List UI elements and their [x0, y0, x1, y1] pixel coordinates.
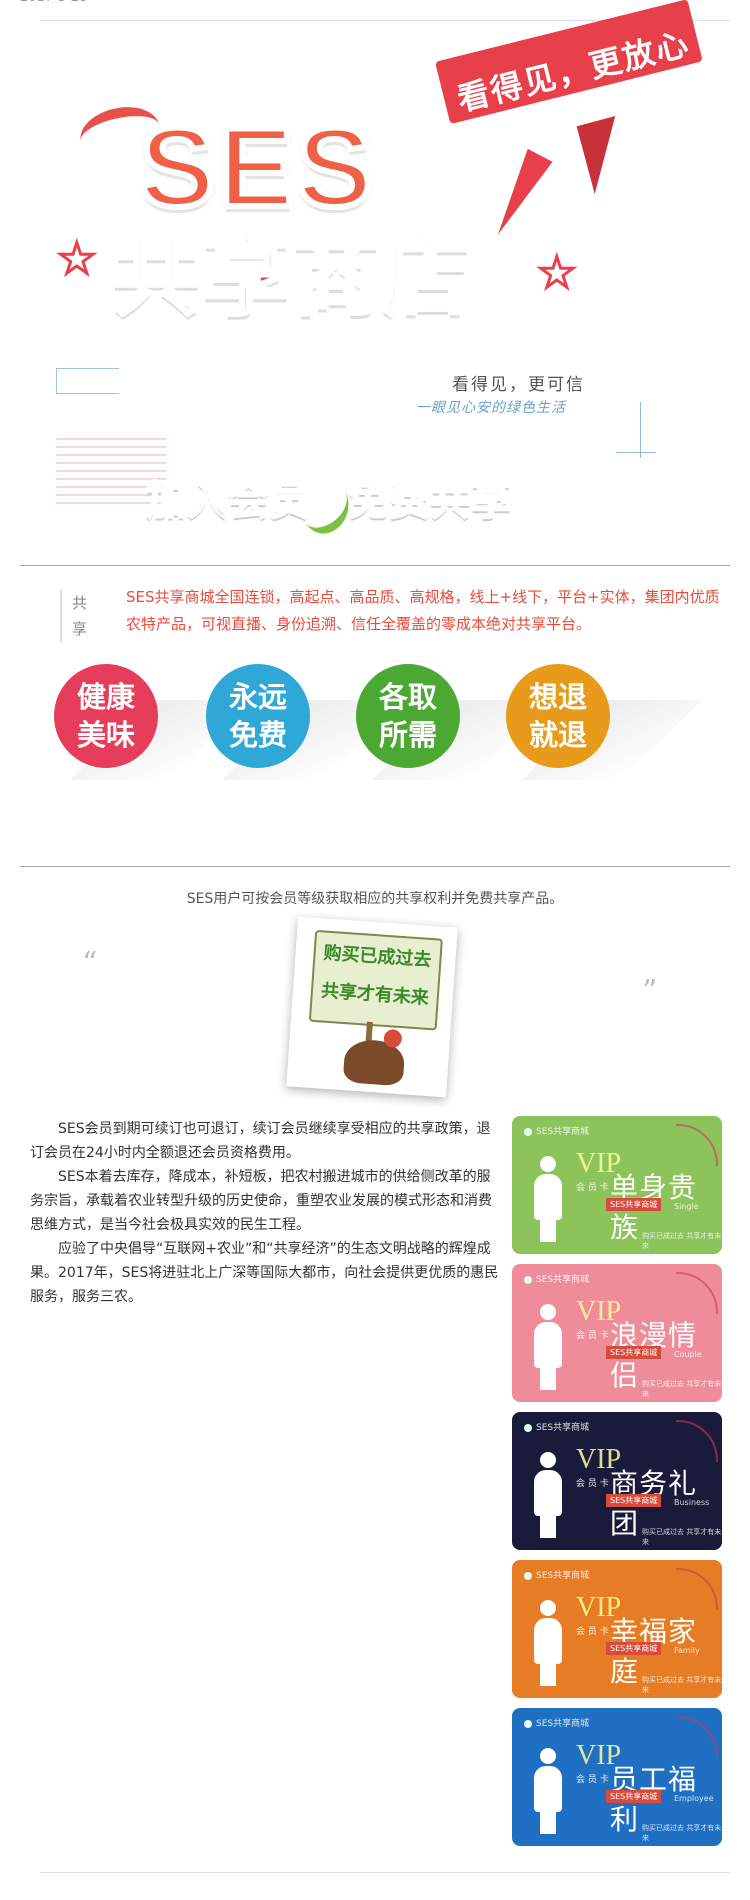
card-member: 会 员 卡	[576, 1479, 609, 1489]
feature-line: 美味	[76, 718, 135, 752]
sign-line-2: 共享才有未来	[320, 980, 430, 1009]
deco-rect	[56, 368, 119, 394]
section-divider-1	[20, 565, 730, 566]
member-note: SES用户可按会员等级获取相应的共享权利并免费共享产品。	[186, 891, 564, 907]
card-eng: Family	[674, 1646, 700, 1655]
card-brand: SES共享商城	[524, 1272, 589, 1285]
card-member: 会 员 卡	[576, 1183, 609, 1193]
ribbon-tail	[576, 116, 634, 194]
vip-card-couple: SES共享商城 VIP 会 员 卡 浪漫情侣 SES共享商城 Couple 购买…	[512, 1264, 722, 1402]
body-paragraph: SES会员到期可续订也可退订，续订会员继续享受相应的共享政策，退订会员在24小时…	[30, 1121, 491, 1161]
feature-line: 想退	[528, 680, 587, 714]
card-member: 会 员 卡	[576, 1775, 609, 1785]
card-member: 会 员 卡	[576, 1627, 609, 1637]
card-eng: Employee	[674, 1794, 714, 1803]
card-brand: SES共享商城	[524, 1568, 589, 1581]
sign-line-1: 购买已成过去	[322, 942, 433, 972]
card-branch	[676, 1568, 718, 1610]
card-eng: Single	[674, 1202, 699, 1211]
person-icon	[530, 1156, 566, 1242]
card-eng: Business	[674, 1498, 710, 1507]
card-foot: 购买已成过去 共享才有未来	[642, 1380, 722, 1398]
card-foot: 购买已成过去 共享才有未来	[642, 1528, 722, 1546]
family-icon	[530, 1600, 566, 1686]
post-date: 2017-3-28	[20, 0, 87, 5]
sign-board: 购买已成过去 共享才有未来	[308, 929, 443, 1031]
couple-icon	[530, 1304, 566, 1390]
store-name: 共享商店	[110, 224, 473, 327]
section-divider-2	[20, 866, 730, 867]
slogan-main: 看得见，更可信	[452, 375, 585, 395]
card-branch	[676, 1716, 718, 1758]
deco-cross-v	[640, 402, 641, 458]
member-body: SES会员到期可续订也可退订，续订会员继续享受相应的共享政策，退订会员在24小时…	[30, 1117, 504, 1309]
feature-circle-need: 各取 所需	[356, 664, 460, 768]
vip-card-business: SES共享商城 VIP 会 员 卡 商务礼团 SES共享商城 Business …	[512, 1412, 722, 1550]
card-brand: SES共享商城	[524, 1716, 589, 1729]
vip-card-family: SES共享商城 VIP 会 员 卡 幸福家庭 SES共享商城 Family 购买…	[512, 1560, 722, 1698]
card-brand: SES共享商城	[524, 1420, 589, 1433]
share-label-char: 享	[72, 620, 88, 638]
card-tag: SES共享商城	[606, 1790, 662, 1803]
quote-close: ”	[642, 974, 658, 1009]
turkey-head	[383, 1028, 403, 1049]
card-foot: 购买已成过去 共享才有未来	[642, 1232, 722, 1250]
star-icon-left: ★	[57, 234, 98, 283]
feature-line: 就退	[528, 718, 587, 752]
card-eng: Couple	[674, 1350, 702, 1359]
bottom-divider	[40, 1872, 730, 1873]
card-tag: SES共享商城	[606, 1346, 662, 1359]
feature-line: 永远	[228, 680, 287, 714]
card-branch	[676, 1272, 718, 1314]
deco-cross-h	[616, 452, 656, 453]
card-tag: SES共享商城	[606, 1198, 662, 1211]
feature-circle-free: 永远 免费	[206, 664, 310, 768]
logo-ses: SES	[137, 105, 377, 230]
feature-circle-return: 想退 就退	[506, 664, 610, 768]
vip-card-single: SES共享商城 VIP 会 员 卡 单身贵族 SES共享商城 Single 购买…	[512, 1116, 722, 1254]
share-label: 共 享	[60, 590, 94, 642]
feature-circle-health: 健康 美味	[54, 664, 158, 768]
feature-line: 免费	[228, 718, 287, 752]
lightning-icon	[485, 148, 553, 242]
card-tag: SES共享商城	[606, 1494, 662, 1507]
card-tag: SES共享商城	[606, 1642, 662, 1655]
feature-line: 各取	[378, 680, 437, 714]
star-icon-right: ★	[537, 248, 578, 297]
slogan-sub: 一眼见心安的绿色生活	[416, 400, 566, 416]
join-member-text: 加入会员	[145, 477, 310, 525]
card-branch	[676, 1420, 718, 1462]
share-intro: SES共享商城全国连锁，高起点、高品质、高规格，线上+线下，平台+实体，集团内优…	[126, 588, 720, 633]
free-share-text: 免费共享	[347, 477, 512, 525]
vip-card-employee: SES共享商城 VIP 会 员 卡 员工福利 SES共享商城 Employee …	[512, 1708, 722, 1846]
suit-icon	[530, 1452, 566, 1538]
body-paragraph: 应验了中央倡导“互联网+农业”和“共享经济”的生态文明战略的辉煌成果。2017年…	[30, 1241, 499, 1305]
card-foot: 购买已成过去 共享才有未来	[642, 1824, 722, 1842]
employee-icon	[530, 1748, 566, 1834]
card-foot: 购买已成过去 共享才有未来	[642, 1676, 722, 1694]
feature-line: 所需	[378, 718, 437, 752]
card-member: 会 员 卡	[576, 1331, 609, 1341]
quote-open: “	[82, 946, 98, 981]
card-brand: SES共享商城	[524, 1124, 589, 1137]
body-paragraph: SES本着去库存，降成本，补短板，把农村搬进城市的供给侧改革的服务宗旨，承载着农…	[30, 1169, 492, 1233]
card-branch	[676, 1124, 718, 1166]
feature-line: 健康	[76, 680, 135, 714]
sign-image: 购买已成过去 共享才有未来	[286, 916, 458, 1098]
share-label-char: 共	[72, 594, 88, 612]
